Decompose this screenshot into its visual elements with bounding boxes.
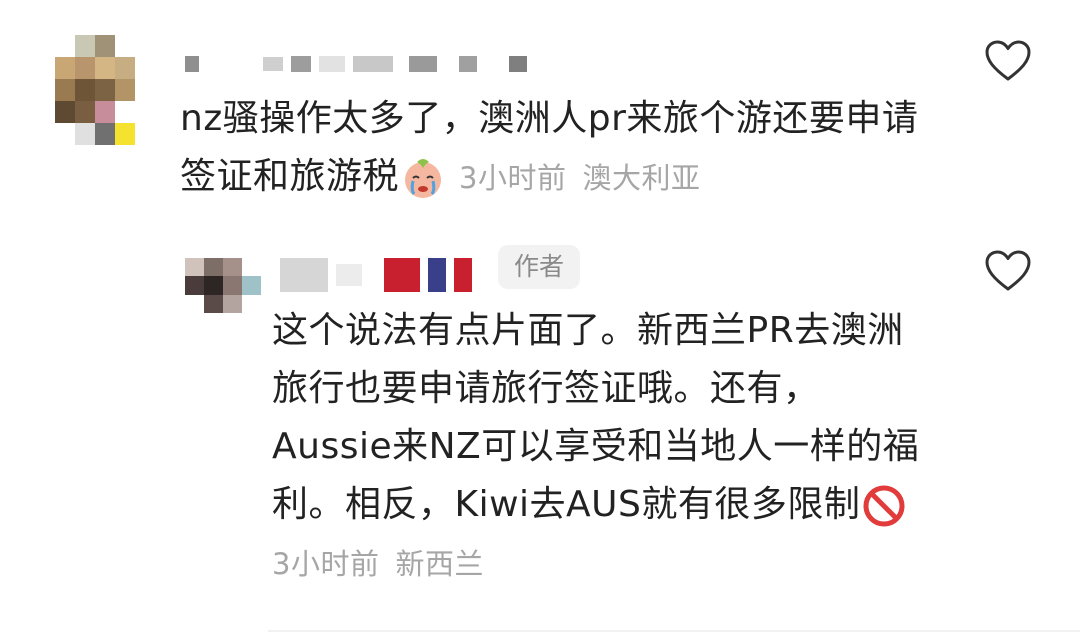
divider [268,630,1080,632]
comment-time: 3小时前 [459,161,567,195]
commenter-avatar[interactable] [55,35,135,145]
comment-body: nz骚操作太多了，澳洲人pr来旅个游还要申请签证和旅游税 3小时前 澳大利亚 [180,90,920,207]
prohibited-emoji [863,485,905,527]
crying-face-emoji [405,159,442,198]
reply-body: 这个说法有点片面了。新西兰PR去澳洲旅行也要申请旅行签证哦。还有，Aussie来… [272,302,932,593]
reply-time: 3小时前 [272,547,380,581]
reply-text: 这个说法有点片面了。新西兰PR去澳洲旅行也要申请旅行签证哦。还有，Aussie来… [272,310,920,525]
author-name[interactable] [280,258,472,292]
author-avatar[interactable] [185,258,261,313]
commenter-name[interactable] [185,56,527,72]
author-badge: 作者 [498,245,581,289]
like-heart-icon[interactable] [985,250,1031,292]
like-heart-icon[interactable] [985,40,1031,82]
reply-location: 新西兰 [395,547,484,581]
comment-location: 澳大利亚 [582,161,701,195]
